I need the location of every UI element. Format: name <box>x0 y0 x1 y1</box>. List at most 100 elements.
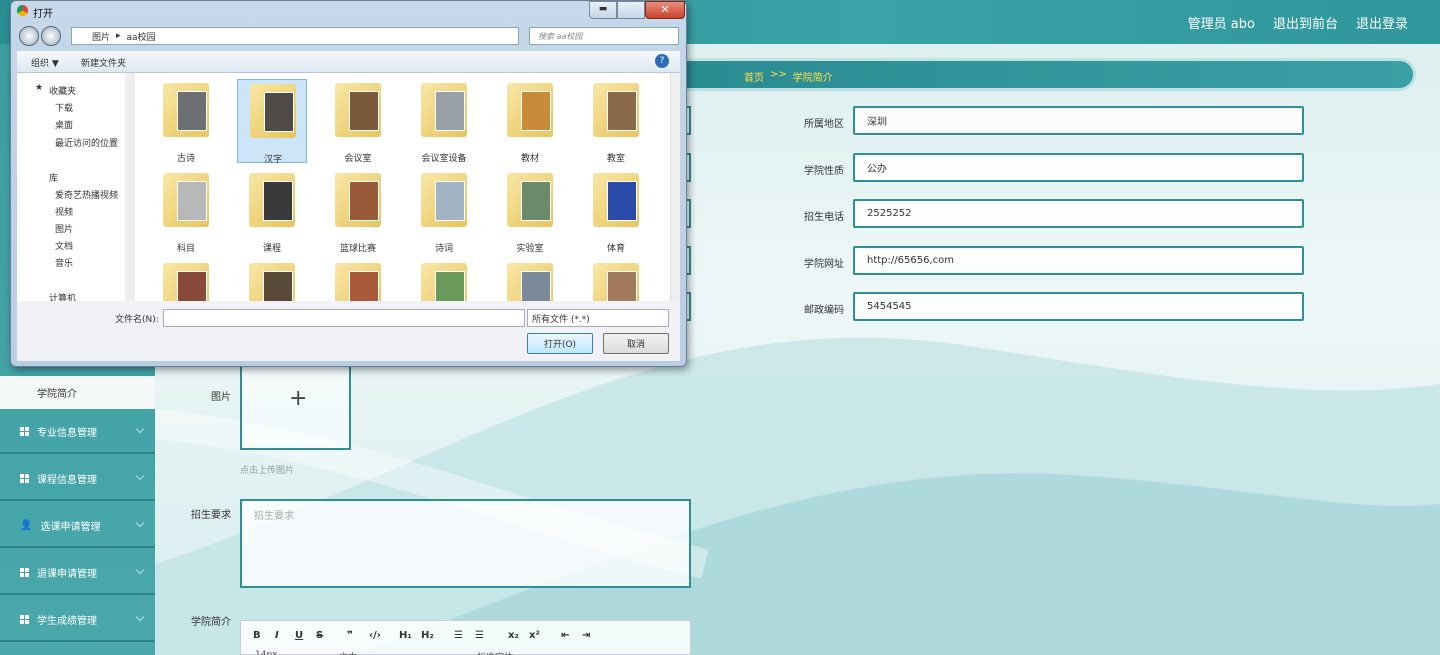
back-to-front-link[interactable]: 退出到前台 <box>1273 13 1338 32</box>
superscript-icon[interactable]: x² <box>529 630 540 641</box>
tree-desktop[interactable]: 桌面 <box>55 118 73 131</box>
tree-music[interactable]: 音乐 <box>55 256 73 269</box>
italic-icon[interactable]: I <box>275 630 279 641</box>
sidebar-item-college-intro[interactable]: 学院简介 <box>0 376 155 409</box>
folder-thumbnail <box>521 181 551 221</box>
website-field[interactable]: http://65656,com <box>853 246 1304 275</box>
outdent-icon[interactable]: ⇤ <box>561 630 569 641</box>
folder-item[interactable]: 古诗 <box>151 79 221 164</box>
bullet-list-icon[interactable]: ☰ <box>475 630 484 641</box>
ordered-list-icon[interactable]: ☰ <box>454 630 463 641</box>
rich-text-editor[interactable]: B I U S ❞ ‹/› H₁ H₂ ☰ ☰ x₂ x² ⇤ ⇥ 14px 文… <box>240 620 691 655</box>
filetype-select[interactable]: 所有文件 (*.*) <box>527 309 669 327</box>
folder-item[interactable] <box>581 259 651 301</box>
dialog-title: 打开 <box>33 9 53 20</box>
new-folder-button[interactable]: 新建文件夹 <box>81 56 126 69</box>
breadcrumb-home[interactable]: 首页 <box>744 69 764 84</box>
font-family-select[interactable]: 标准字体 <box>477 650 513 655</box>
h2-icon[interactable]: H₂ <box>421 630 434 641</box>
path-segment[interactable]: aa校园 <box>127 30 156 43</box>
h1-icon[interactable]: H₁ <box>399 630 412 641</box>
folder-item[interactable] <box>409 259 479 301</box>
star-icon: ★ <box>35 83 44 93</box>
logout-link[interactable]: 退出登录 <box>1356 13 1408 32</box>
open-button[interactable]: 打开(O) <box>527 333 593 354</box>
cancel-button[interactable]: 取消 <box>603 333 669 354</box>
code-icon[interactable]: ‹/› <box>369 630 381 641</box>
folder-item[interactable]: 体育 <box>581 169 651 254</box>
tree-pictures[interactable]: 图片 <box>55 222 73 235</box>
tree-docs[interactable]: 文档 <box>55 239 73 252</box>
nature-field[interactable]: 公办 <box>853 153 1304 182</box>
filename-input[interactable] <box>163 309 525 327</box>
folder-label: 诗词 <box>434 244 453 254</box>
postcode-field[interactable]: 5454545 <box>853 292 1304 321</box>
folder-label: 会议室设备 <box>421 154 467 164</box>
help-icon[interactable]: ? <box>655 54 669 68</box>
folder-label: 实验室 <box>516 244 544 254</box>
forward-icon[interactable] <box>41 26 61 46</box>
back-icon[interactable] <box>19 26 39 46</box>
tree-recent[interactable]: 最近访问的位置 <box>55 136 118 149</box>
path-segment[interactable]: 图片 <box>92 30 110 43</box>
folder-item[interactable] <box>237 259 307 301</box>
text-style-select[interactable]: 文本 <box>339 650 357 655</box>
sidebar-item-course[interactable]: 课程信息管理 <box>0 457 155 501</box>
tree-scrollbar[interactable] <box>125 73 135 301</box>
folder-item[interactable]: 实验室 <box>495 169 565 254</box>
tree-library[interactable]: 库 <box>49 171 58 184</box>
sidebar-item-major[interactable]: 专业信息管理 <box>0 410 155 454</box>
underline-icon[interactable]: U <box>295 630 303 641</box>
address-bar[interactable]: 图片 ▸ aa校园 <box>71 27 519 45</box>
requirements-label: 招生要求 <box>191 510 231 521</box>
sidebar-item-grades[interactable]: 学生成绩管理 <box>0 598 155 642</box>
folder-item[interactable]: 教材 <box>495 79 565 164</box>
chevron-down-icon <box>135 424 145 434</box>
subscript-icon[interactable]: x₂ <box>508 630 519 641</box>
folder-thumbnail <box>607 271 637 301</box>
tree-download[interactable]: 下载 <box>55 101 73 114</box>
minimize-button[interactable]: ▬ <box>589 1 617 19</box>
file-list-scrollbar[interactable] <box>670 73 680 301</box>
user-icon: 👤 <box>20 519 33 531</box>
image-upload[interactable]: + <box>240 366 351 450</box>
indent-icon[interactable]: ⇥ <box>582 630 590 641</box>
folder-thumbnail <box>435 91 465 131</box>
font-size-select[interactable]: 14px <box>255 650 278 655</box>
dialog-toolbar: 组织 ▼ 新建文件夹 ? <box>17 51 680 73</box>
sidebar-item-select-course[interactable]: 👤 选课申请管理 <box>0 504 155 548</box>
folder-item[interactable]: 会议室 <box>323 79 393 164</box>
folder-item[interactable]: 诗词 <box>409 169 479 254</box>
maximize-button[interactable] <box>617 1 645 19</box>
sidebar-item-label: 退课申请管理 <box>37 568 97 580</box>
region-field[interactable]: 深圳 <box>853 106 1304 135</box>
folder-item[interactable]: 课程 <box>237 169 307 254</box>
search-input[interactable]: 搜索 aa校园 <box>529 27 679 45</box>
folder-item[interactable]: 科目 <box>151 169 221 254</box>
close-button[interactable]: ✕ <box>645 1 685 19</box>
postcode-label: 邮政编码 <box>804 305 844 316</box>
sidebar-item-drop-course[interactable]: 退课申请管理 <box>0 551 155 595</box>
requirements-textarea[interactable]: 招生要求 <box>240 499 691 588</box>
sidebar-item-label: 选课申请管理 <box>40 521 101 533</box>
navigation-tree: ★ 收藏夹 下载 桌面 最近访问的位置 库 爱奇艺热播视频 视频 图片 文档 音… <box>17 73 135 304</box>
image-label: 图片 <box>211 392 231 403</box>
folder-item[interactable] <box>323 259 393 301</box>
quote-icon[interactable]: ❞ <box>347 630 353 641</box>
folder-thumbnail <box>177 271 207 301</box>
folder-label: 教材 <box>520 154 539 164</box>
phone-field[interactable]: 2525252 <box>853 199 1304 228</box>
folder-item[interactable] <box>151 259 221 301</box>
folder-label: 会议室 <box>344 154 372 164</box>
folder-item[interactable]: 篮球比赛 <box>323 169 393 254</box>
strike-icon[interactable]: S <box>316 630 323 641</box>
folder-item[interactable]: 教室 <box>581 79 651 164</box>
folder-item[interactable]: 汉字 <box>237 79 307 165</box>
bold-icon[interactable]: B <box>253 630 261 641</box>
tree-favorites[interactable]: 收藏夹 <box>49 84 76 97</box>
organize-button[interactable]: 组织 ▼ <box>31 56 59 69</box>
folder-item[interactable]: 会议室设备 <box>409 79 479 164</box>
folder-item[interactable] <box>495 259 565 301</box>
tree-iqiyi[interactable]: 爱奇艺热播视频 <box>55 188 118 201</box>
tree-video[interactable]: 视频 <box>55 205 73 218</box>
